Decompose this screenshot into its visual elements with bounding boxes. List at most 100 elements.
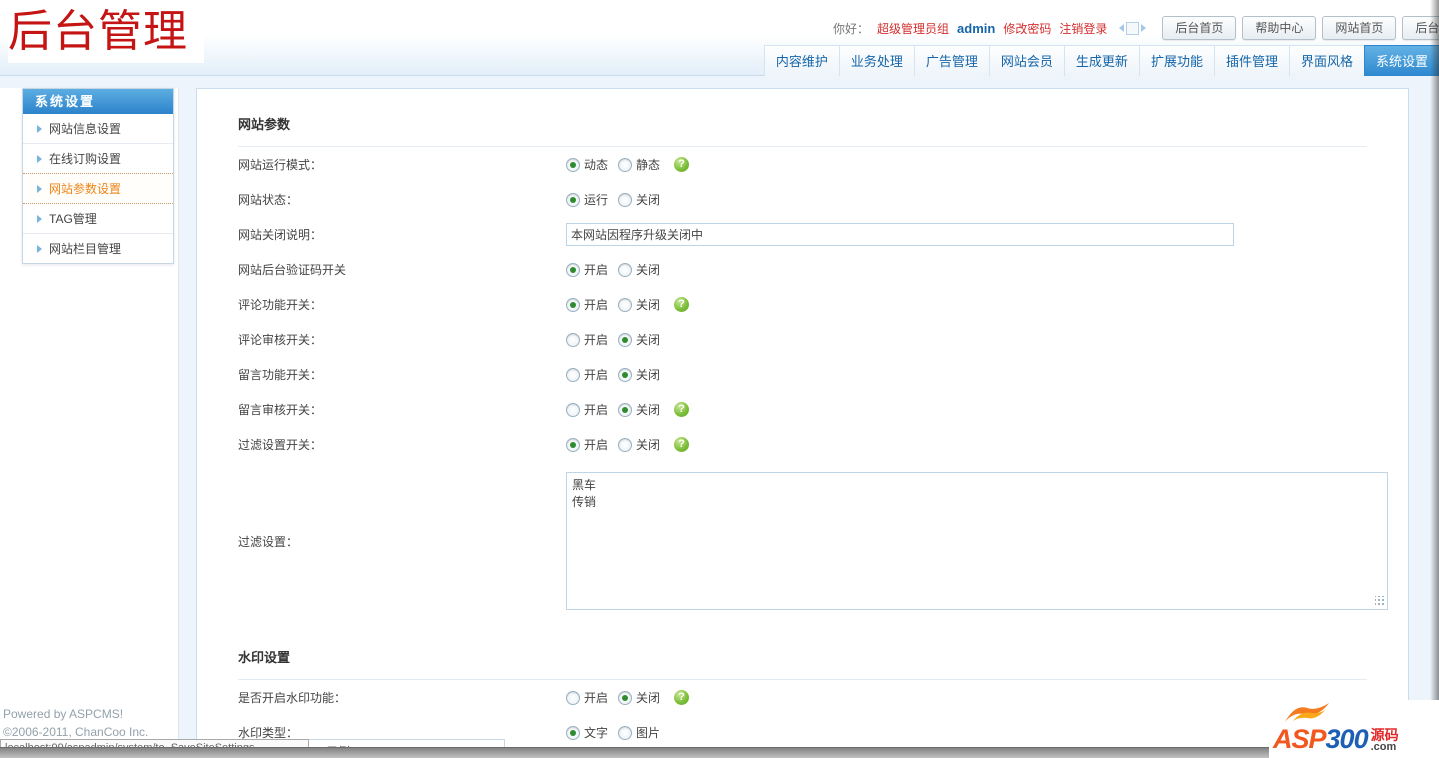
radio-option[interactable]: 开启 bbox=[566, 401, 608, 418]
help-icon[interactable] bbox=[674, 437, 690, 452]
row-control: 开启 关闭 bbox=[566, 366, 670, 383]
nav-tab[interactable]: 业务处理 bbox=[838, 45, 914, 76]
row-control bbox=[566, 223, 1234, 246]
settings-form: 网站参数网站运行模式：动态静态网站状态：运行关闭网站关闭说明：网站后台验证码开关… bbox=[197, 89, 1408, 750]
row-label: 网站运行模式： bbox=[238, 158, 323, 172]
radio-option[interactable]: 图片 bbox=[618, 724, 660, 741]
radio-option[interactable]: 文字 bbox=[566, 724, 608, 741]
radio-option-label: 静态 bbox=[636, 158, 661, 172]
radio-icon[interactable] bbox=[566, 690, 580, 705]
radio-option-label: 开启 bbox=[584, 691, 609, 705]
nav-tab[interactable]: 内容维护 bbox=[763, 45, 839, 76]
logout-link[interactable]: 注销登录 bbox=[1059, 20, 1107, 37]
radio-icon[interactable] bbox=[618, 367, 633, 382]
radio-option[interactable]: 关闭 bbox=[618, 436, 660, 453]
radio-icon[interactable] bbox=[566, 192, 580, 207]
radio-option[interactable]: 开启 bbox=[566, 436, 608, 453]
sidebar-item[interactable]: 网站信息设置 bbox=[23, 114, 173, 144]
radio-option[interactable]: 动态 bbox=[566, 156, 608, 173]
radio-icon[interactable] bbox=[566, 437, 580, 452]
text-input[interactable] bbox=[566, 223, 1234, 246]
radio-icon[interactable] bbox=[618, 402, 633, 417]
nav-tab[interactable]: 扩展功能 bbox=[1138, 45, 1214, 76]
radio-option[interactable]: 运行 bbox=[566, 191, 608, 208]
radio-icon[interactable] bbox=[618, 192, 633, 207]
radio-option-label: 关闭 bbox=[636, 263, 661, 277]
row-control: 文字 图片 bbox=[566, 724, 670, 741]
nav-tab[interactable]: 插件管理 bbox=[1213, 45, 1289, 76]
radio-option[interactable]: 关闭 bbox=[618, 331, 660, 348]
radio-option-label: 开启 bbox=[584, 333, 609, 347]
radio-option-label: 图片 bbox=[636, 726, 661, 740]
radio-icon[interactable] bbox=[618, 157, 633, 172]
watermark-asp: ASP bbox=[1273, 724, 1327, 754]
form-row-guestbook-switch: 留言功能开关： 开启 关闭 bbox=[238, 357, 1367, 392]
arrow-right-icon[interactable] bbox=[1141, 24, 1147, 32]
radio-icon[interactable] bbox=[618, 297, 633, 312]
asp300-watermark: ASP 300 源码 .com bbox=[1269, 700, 1439, 758]
help-icon[interactable] bbox=[674, 297, 690, 312]
sidebar-item[interactable]: 网站栏目管理 bbox=[23, 234, 173, 263]
radio-option[interactable]: 关闭 bbox=[618, 296, 660, 313]
arrow-left-icon[interactable] bbox=[1119, 24, 1125, 32]
filter-textarea[interactable] bbox=[566, 472, 1388, 610]
radio-icon[interactable] bbox=[618, 437, 633, 452]
radio-option[interactable]: 静态 bbox=[618, 156, 660, 173]
nav-tab[interactable]: 生成更新 bbox=[1063, 45, 1139, 76]
radio-icon[interactable] bbox=[566, 332, 580, 347]
bottom-window-edge bbox=[0, 747, 1439, 758]
radio-icon[interactable] bbox=[566, 297, 580, 312]
radio-icon[interactable] bbox=[566, 367, 580, 382]
radio-option[interactable]: 关闭 bbox=[618, 689, 660, 706]
collapse-pager bbox=[1119, 21, 1147, 35]
radio-option[interactable]: 开启 bbox=[566, 296, 608, 313]
sidebar-item[interactable]: 在线订购设置 bbox=[23, 144, 173, 174]
row-control: 运行 关闭 bbox=[566, 191, 670, 208]
radio-icon[interactable] bbox=[618, 725, 633, 740]
radio-icon[interactable] bbox=[566, 402, 580, 417]
radio-icon[interactable] bbox=[618, 332, 633, 347]
resize-grip-icon[interactable] bbox=[1375, 596, 1385, 606]
radio-option[interactable]: 关闭 bbox=[618, 366, 660, 383]
change-password-link[interactable]: 修改密码 bbox=[1003, 20, 1051, 37]
nav-tab[interactable]: 界面风格 bbox=[1288, 45, 1364, 76]
watermark-cn: 源码 bbox=[1370, 727, 1399, 743]
sidebar-menu: 网站信息设置 在线订购设置网站参数设置 TAG管理网站栏目管理 bbox=[23, 114, 173, 263]
sidebar-item[interactable]: 网站参数设置 bbox=[23, 173, 173, 204]
row-label: 留言审核开关： bbox=[238, 403, 323, 417]
quick-button[interactable]: 后台首页 bbox=[1162, 16, 1237, 40]
sidebar-item[interactable]: TAG管理 bbox=[23, 204, 173, 234]
quick-button[interactable]: 帮助中心 bbox=[1242, 16, 1317, 40]
row-control: 开启 关闭 bbox=[566, 261, 670, 278]
radio-option[interactable]: 开启 bbox=[566, 366, 608, 383]
radio-option[interactable]: 开启 bbox=[566, 261, 608, 278]
radio-option[interactable]: 关闭 bbox=[618, 401, 660, 418]
radio-option[interactable]: 关闭 bbox=[618, 261, 660, 278]
help-icon[interactable] bbox=[674, 402, 690, 417]
sidebar-item-label: TAG管理 bbox=[49, 212, 97, 226]
radio-option[interactable]: 关闭 bbox=[618, 191, 660, 208]
nav-tab[interactable]: 广告管理 bbox=[913, 45, 989, 76]
row-control: 开启 关闭 bbox=[566, 331, 670, 348]
radio-icon[interactable] bbox=[566, 262, 580, 277]
row-label: 网站状态： bbox=[238, 193, 299, 207]
user-group-link[interactable]: 超级管理员组 bbox=[877, 20, 949, 37]
nav-tab[interactable]: 网站会员 bbox=[988, 45, 1064, 76]
sidebar-item-label: 网站参数设置 bbox=[49, 182, 122, 196]
radio-option[interactable]: 开启 bbox=[566, 689, 608, 706]
radio-option-label: 运行 bbox=[584, 193, 609, 207]
radio-option-label: 开启 bbox=[584, 403, 609, 417]
radio-option-label: 关闭 bbox=[636, 691, 661, 705]
radio-option[interactable]: 开启 bbox=[566, 331, 608, 348]
nav-tab[interactable]: 系统设置 bbox=[1363, 45, 1439, 76]
row-control: 动态 静态 bbox=[566, 156, 690, 173]
row-label: 网站后台验证码开关 bbox=[238, 263, 347, 277]
help-icon[interactable] bbox=[674, 157, 690, 172]
radio-icon[interactable] bbox=[566, 725, 580, 740]
radio-icon[interactable] bbox=[618, 262, 633, 277]
collapse-box-icon[interactable] bbox=[1126, 21, 1140, 35]
radio-icon[interactable] bbox=[566, 157, 580, 172]
quick-button[interactable]: 网站首页 bbox=[1322, 16, 1397, 40]
help-icon[interactable] bbox=[674, 690, 690, 705]
radio-icon[interactable] bbox=[618, 690, 633, 705]
